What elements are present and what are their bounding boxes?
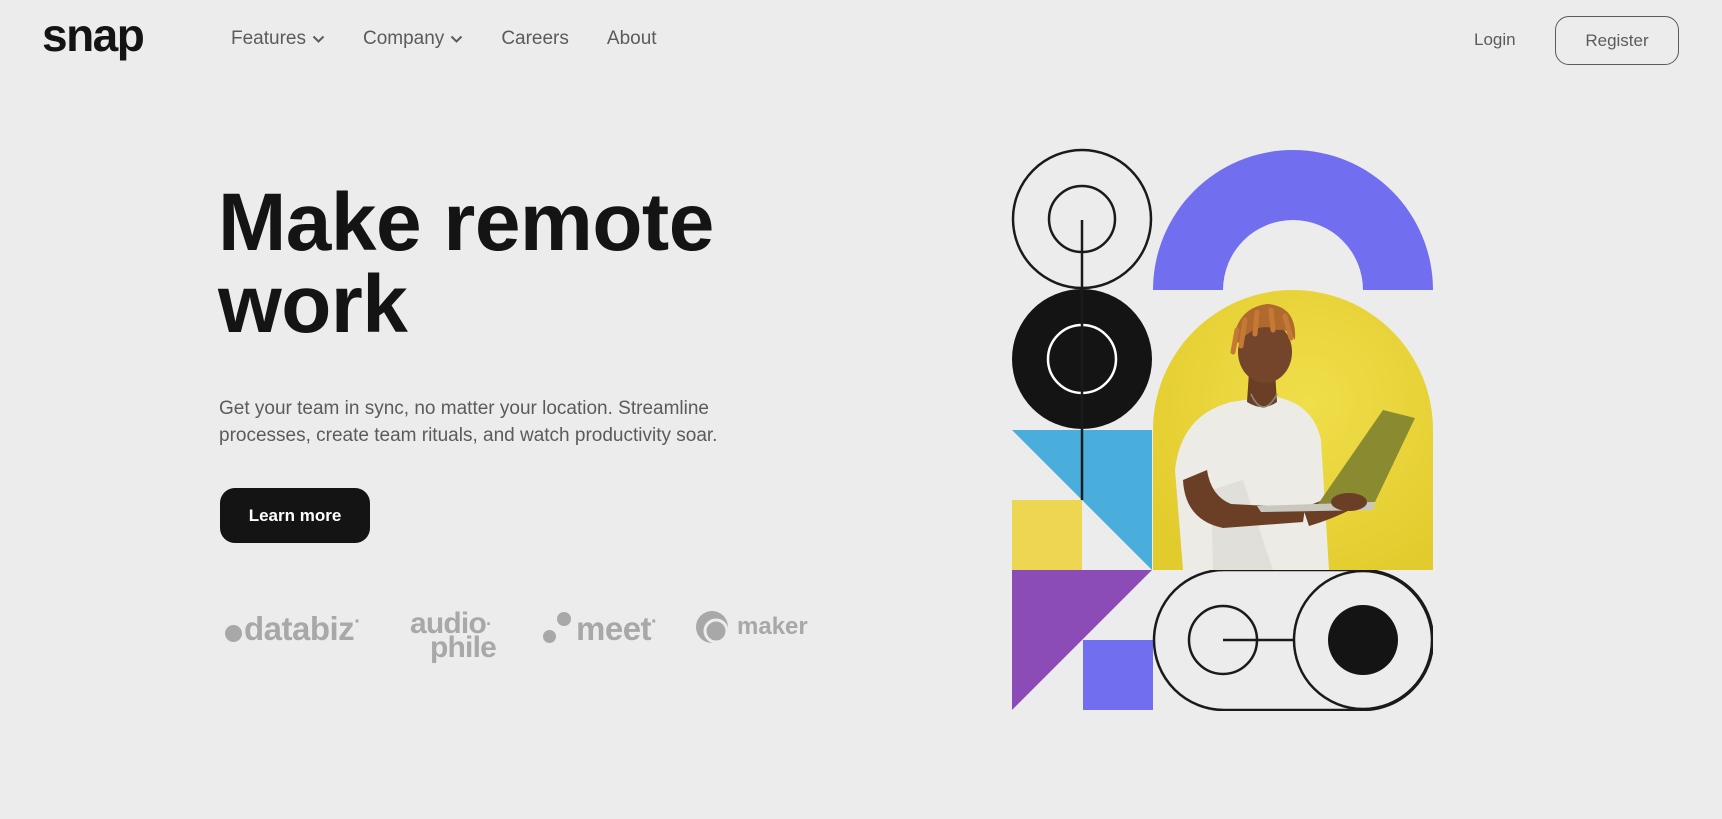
hero-description: Get your team in sync, no matter your lo…: [219, 395, 819, 449]
learn-more-button[interactable]: Learn more: [220, 488, 370, 543]
client-logo-meet: meet ·: [543, 610, 658, 648]
maker-circle-icon: [695, 610, 729, 644]
hero-illustration: [1011, 148, 1435, 712]
audiophile-wordmark-line2: phile: [430, 631, 497, 664]
client-logo-databiz: databiz ·: [225, 610, 361, 648]
nav-careers-label: Careers: [501, 28, 569, 49]
databiz-dot-icon: [225, 624, 242, 642]
nav-careers[interactable]: Careers: [501, 28, 569, 50]
meet-wordmark: meet: [576, 610, 652, 647]
meet-mark: ·: [651, 610, 658, 633]
login-link[interactable]: Login: [1474, 30, 1516, 50]
nav-company-label: Company: [362, 28, 445, 49]
databiz-mark: ·: [354, 610, 361, 633]
purple-arch-shape: [1153, 150, 1433, 290]
small-black-disc-shape: [1328, 605, 1398, 675]
client-logo-audiophile: audio· phile: [410, 609, 497, 664]
snap-logo[interactable]: snap: [42, 8, 145, 62]
chevron-down-icon: [450, 35, 463, 44]
chevron-down-icon: [312, 35, 325, 44]
nav-features-label: Features: [231, 28, 306, 49]
hero-title-line2: work: [218, 259, 408, 350]
nav-features[interactable]: Features: [231, 28, 325, 50]
site-header: snap Features Company Careers About Logi…: [0, 0, 1722, 80]
yellow-square-shape: [1012, 500, 1082, 570]
hero-title: Make remote work: [218, 182, 858, 346]
client-logo-maker: maker: [695, 610, 808, 644]
databiz-wordmark: databiz: [244, 610, 355, 647]
hero-photo: [1153, 290, 1433, 570]
nav-company[interactable]: Company: [363, 28, 463, 50]
register-button[interactable]: Register: [1555, 16, 1679, 65]
main-nav: Features Company Careers About: [231, 28, 695, 50]
nav-about[interactable]: About: [607, 28, 657, 50]
person-with-laptop-photo: [1153, 290, 1433, 570]
meet-dots-icon: [543, 612, 573, 646]
hero-description-line1: Get your team in sync, no matter your lo…: [219, 398, 709, 419]
client-logos: databiz · audio· phile meet · maker: [225, 600, 825, 665]
hero-description-line2: processes, create team rituals, and watc…: [219, 425, 718, 446]
maker-wordmark: maker: [737, 613, 808, 640]
hero-title-line1: Make remote: [218, 177, 714, 268]
purple-square-shape: [1083, 640, 1153, 710]
nav-about-label: About: [606, 28, 657, 49]
